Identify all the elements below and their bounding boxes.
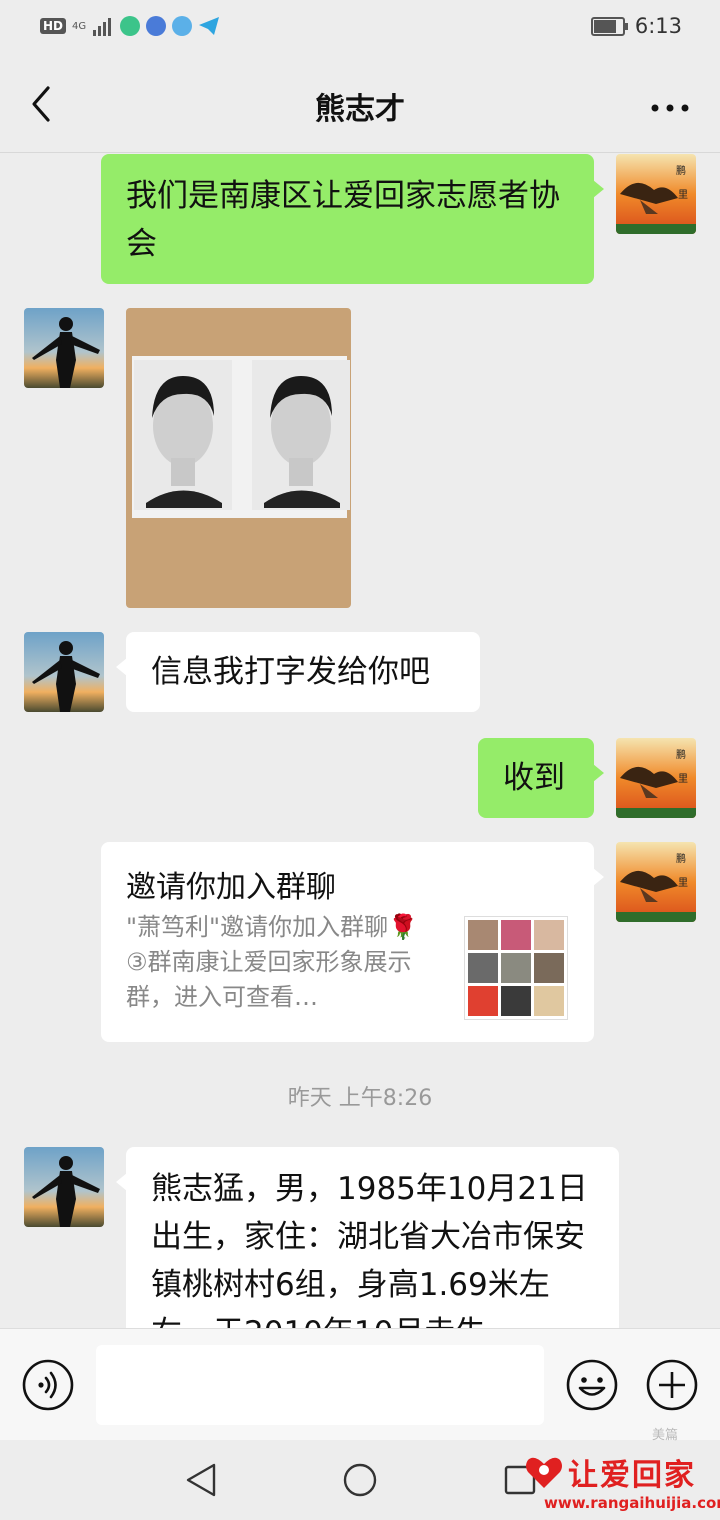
hd-badge: HD	[40, 18, 67, 34]
contact-avatar[interactable]	[24, 632, 104, 712]
my-avatar[interactable]: 鹏 里	[616, 738, 696, 818]
voice-input-icon[interactable]	[22, 1359, 74, 1411]
silhouette-avatar-image	[24, 1147, 104, 1227]
brand-watermark: 让爱回家 www.rangaihuijia.com	[524, 1450, 720, 1520]
svg-text:鹏: 鹏	[676, 852, 686, 865]
battery-icon	[590, 16, 628, 36]
eagle-avatar-image: 鹏 里	[616, 154, 696, 234]
watermark-url: www.rangaihuijia.com	[544, 1494, 720, 1512]
heart-logo-icon	[526, 1457, 562, 1488]
status-right: 6:13	[590, 14, 682, 38]
svg-text:里: 里	[678, 189, 688, 201]
more-options-button[interactable]	[650, 92, 690, 116]
message-input[interactable]	[96, 1345, 544, 1425]
more-dots-icon	[651, 104, 689, 112]
message-timestamp: 昨天 上午8:26	[287, 1086, 433, 1111]
invite-description: "萧笃利"邀请你加入群聊🌹 ③群南康让爱回家形象展示群，进入可查看…	[126, 913, 418, 1011]
invite-title: 邀请你加入群聊	[126, 870, 336, 905]
silhouette-avatar-image	[24, 632, 104, 712]
network-type: 4G	[72, 20, 87, 32]
nav-back-icon[interactable]	[184, 1462, 218, 1498]
svg-text:里: 里	[678, 773, 688, 785]
nav-home-icon[interactable]	[342, 1462, 378, 1498]
chat-image-message[interactable]	[126, 308, 351, 608]
my-avatar[interactable]: 鹏 里	[616, 154, 696, 234]
message-bubble-received[interactable]: 信息我打字发给你吧	[116, 632, 480, 712]
meipian-watermark: 美篇	[652, 1428, 679, 1443]
group-invite-card[interactable]: 邀请你加入群聊 "萧笃利"邀请你加入群聊🌹 ③群南康让爱回家形象展示群，进入可查…	[101, 842, 604, 1042]
baidu-icon	[146, 16, 167, 36]
chat-header: 熊志才	[0, 56, 720, 153]
my-avatar[interactable]: 鹏 里	[616, 842, 696, 922]
chat-title: 熊志才	[315, 92, 405, 127]
app-notification-icon	[120, 16, 141, 36]
svg-text:鹏: 鹏	[676, 164, 686, 177]
watermark-brand: 让爱回家	[568, 1458, 696, 1493]
status-left-icons: HD 4G	[40, 16, 220, 36]
eagle-avatar-image: 鹏 里	[616, 738, 696, 818]
svg-text:鹏: 鹏	[676, 748, 686, 761]
message-bubble-received[interactable]: 熊志猛，男，1985年10月21日出生，家住：湖北省大冶市保安镇桃树村6组，身高…	[116, 1147, 619, 1328]
group-avatar-grid	[464, 916, 568, 1020]
emoji-icon[interactable]	[566, 1359, 618, 1411]
plus-icon[interactable]	[646, 1359, 698, 1411]
contact-avatar[interactable]	[24, 1147, 104, 1227]
eagle-avatar-image: 鹏 里	[616, 842, 696, 922]
id-photos-image	[126, 308, 351, 608]
clock: 6:13	[634, 14, 682, 38]
message-bubble-sent[interactable]: 我们是南康区让爱回家志愿者协会	[101, 154, 604, 284]
status-bar: HD 4G 6:13	[0, 0, 720, 56]
silhouette-avatar-image	[24, 308, 104, 388]
signal-icon	[93, 18, 112, 36]
browser-icon	[172, 16, 193, 36]
message-bubble-sent[interactable]: 收到	[478, 738, 604, 818]
contact-avatar[interactable]	[24, 308, 104, 388]
svg-text:里: 里	[678, 877, 688, 889]
telegram-icon	[199, 17, 220, 35]
chat-messages[interactable]: 我们是南康区让爱回家志愿者协会 鹏 里 信息我打字发给你吧 收到 鹏 里 邀请你…	[0, 152, 720, 1328]
input-bar	[0, 1328, 720, 1441]
